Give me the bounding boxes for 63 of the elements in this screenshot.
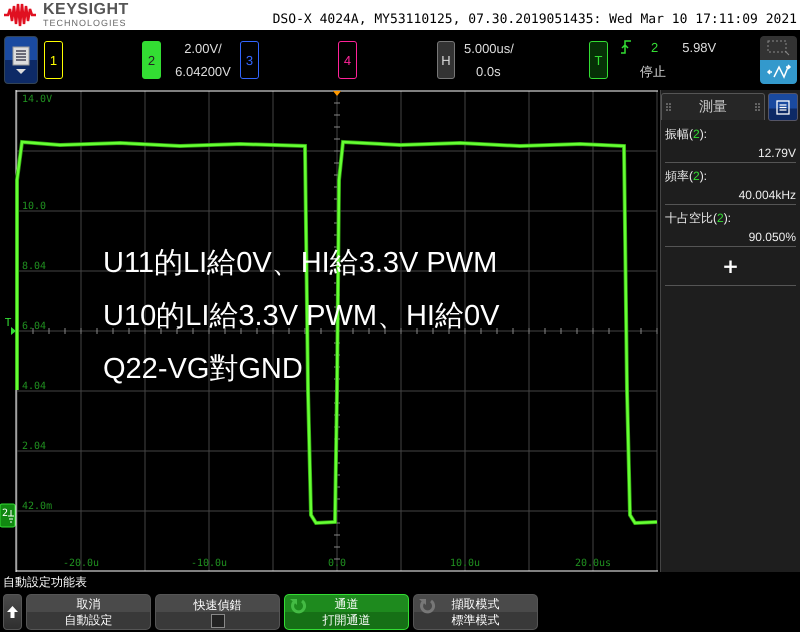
grip-icon (755, 103, 760, 111)
time-label: 10.0u (450, 558, 480, 569)
measurement-value: 40.004kHz (738, 188, 796, 202)
vertical-scale: 2.00V/ (184, 41, 222, 56)
add-measurement-button[interactable]: + (718, 254, 743, 278)
time-label: 0.0 (328, 558, 346, 569)
dashed-box-icon (766, 40, 790, 56)
softkey-button[interactable]: 擷取模式 標準模式 (413, 594, 538, 630)
time-label: 20.0us (574, 558, 612, 569)
zoom-box-button[interactable] (760, 36, 797, 60)
time-delay: 0.0s (476, 64, 501, 79)
vertical-offset: 6.04200V (175, 64, 231, 79)
voltage-label: 2.04 (22, 441, 46, 452)
grip-icon (666, 103, 671, 111)
menu-icon (12, 46, 30, 66)
up-arrow-button[interactable] (3, 594, 22, 630)
channel-button[interactable]: 3 (240, 41, 259, 79)
up-arrow-icon (7, 606, 18, 618)
voltage-label: 6.04 (22, 321, 46, 332)
waveform-icon (766, 64, 792, 80)
window-title: DSO-X 4024A, MY53110125, 07.30.2019051435: Wed Mar 10 17:11:09 2021 (272, 10, 797, 26)
softkey-button[interactable]: 通道 打開通道 (284, 594, 409, 630)
time-label: -20.0u (62, 558, 100, 569)
rising-edge-icon (621, 40, 631, 54)
caret-icon (16, 69, 26, 74)
voltage-label: 42.0m (22, 501, 52, 512)
channel-button[interactable]: 1 (44, 41, 63, 79)
voltage-label: 4.04 (22, 381, 46, 392)
voltage-label: 10.0 (22, 201, 46, 212)
voltage-label: 14.0V (22, 94, 52, 105)
waveform-button[interactable] (760, 60, 797, 84)
horizontal-button[interactable]: H (437, 41, 455, 79)
voltage-label: 8.04 (22, 261, 46, 272)
checkbox[interactable] (210, 614, 224, 628)
annotation-text: Q22-VG對GND (103, 353, 303, 385)
channel-button[interactable]: 4 (338, 41, 357, 79)
menu-button[interactable] (768, 93, 798, 121)
softkey-button[interactable]: 取消 自動設定 (26, 594, 151, 630)
brand-tagline: TECHNOLOGIES (43, 19, 128, 28)
measurement-tab[interactable]: 測量 (661, 93, 765, 120)
main-menu-button[interactable] (4, 36, 38, 84)
brand-name: KEYSIGHT (43, 2, 129, 18)
trigger-button[interactable]: T (589, 41, 608, 79)
trigger-position-icon (333, 91, 341, 96)
measurement-value: 12.79V (756, 146, 796, 160)
cycle-arrow-icon (289, 598, 307, 614)
acquisition-status: 停止 (640, 62, 667, 80)
softkey-button[interactable]: 快速偵錯 (155, 594, 280, 630)
time-scale: 5.000us/ (464, 41, 514, 56)
channel-button[interactable]: 2 (142, 41, 161, 79)
measurement-label: 頻率(2): (665, 168, 708, 185)
measurement-value: 90.050% (748, 230, 796, 244)
menu-icon (776, 100, 790, 114)
logo-wave-icon (3, 3, 37, 27)
time-label: -10.0u (190, 558, 228, 569)
trigger-source: 2 (651, 40, 658, 54)
cycle-arrow-icon (418, 598, 436, 614)
ground-marker: 2 (0, 504, 16, 528)
menu-title: 自動設定功能表 (3, 574, 87, 590)
panel-title: 測量 (699, 98, 727, 116)
measurement-label: 振幅(2): (665, 126, 708, 143)
measurement-label: 十占空比(2): (665, 210, 732, 227)
trigger-level: 5.98V (682, 40, 716, 54)
